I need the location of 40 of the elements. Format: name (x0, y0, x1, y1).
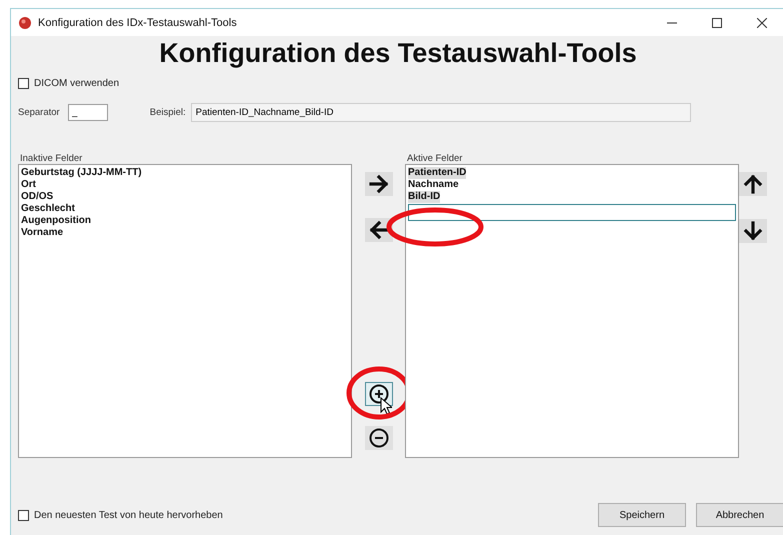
list-item[interactable]: Geschlecht (21, 203, 349, 215)
save-button[interactable]: Speichern (598, 503, 686, 527)
highlight-label: Den neuesten Test von heute hervorheben (34, 510, 223, 520)
checkbox[interactable] (18, 78, 29, 89)
app-icon (18, 16, 32, 30)
list-item[interactable]: Ort (21, 179, 349, 191)
list-item[interactable]: Geburtstag (JJJJ-MM-TT) (21, 167, 349, 179)
page-heading: Konfiguration des Testauswahl-Tools (158, 38, 638, 70)
separator-label: Separator (18, 106, 60, 118)
mouse-pointer-icon (380, 397, 392, 415)
move-up-icon (743, 174, 763, 194)
active-fields-label: Aktive Felder (406, 153, 464, 164)
new-item-field[interactable] (408, 204, 736, 221)
add-button[interactable] (364, 382, 392, 406)
close-icon (756, 18, 766, 28)
move-down-icon (743, 221, 763, 241)
list-item[interactable]: Augenposition (21, 215, 349, 227)
active-fields-list[interactable]: Patienten-ID Nachname Bild-ID (405, 164, 739, 458)
move-left-icon (368, 220, 388, 240)
list-item[interactable]: OD/OS (21, 191, 349, 203)
cancel-button[interactable]: Abbrechen (696, 503, 783, 527)
minus-circle-icon (368, 428, 388, 448)
list-item[interactable]: Vorname (21, 227, 349, 239)
maximize-icon (712, 18, 722, 28)
list-item[interactable]: Patienten-ID (408, 167, 466, 179)
checkbox[interactable] (18, 510, 29, 520)
move-right-icon (368, 174, 388, 194)
list-item[interactable]: Bild-ID (408, 191, 440, 203)
move-right-button[interactable] (364, 172, 392, 196)
example-field: Patienten-ID_Nachname_Bild-ID (190, 102, 691, 122)
list-item[interactable]: Nachname (408, 179, 736, 191)
move-down-button[interactable] (739, 219, 767, 243)
move-up-button[interactable] (739, 172, 767, 196)
window-title: Konfiguration des IDx-Testauswahl-Tools (38, 16, 237, 28)
dicom-label: DICOM verwenden (34, 78, 120, 89)
inactive-fields-label: Inaktive Felder (19, 153, 84, 164)
plus-circle-icon (368, 384, 388, 404)
separator-field[interactable]: _ (68, 104, 108, 120)
remove-button[interactable] (364, 426, 392, 450)
example-label: Beispiel: (150, 106, 186, 118)
